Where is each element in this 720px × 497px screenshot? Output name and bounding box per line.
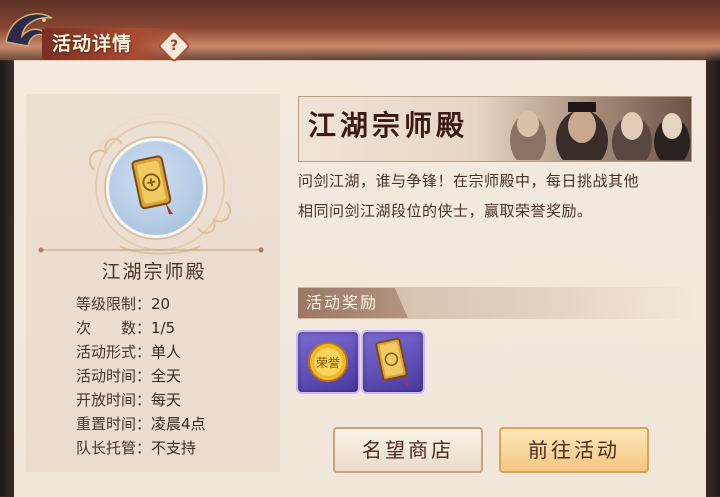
info-value: 凌晨4点 [151, 415, 206, 433]
reputation-shop-button[interactable]: 名望商店 [333, 427, 483, 473]
info-label: 等级限制： [76, 295, 152, 313]
banner-title: 江湖宗师殿 [308, 109, 469, 142]
heroes-artwork [510, 102, 690, 160]
info-row-mode: 活动形式：单人 [76, 340, 276, 364]
info-label: 次 数： [76, 319, 152, 337]
background-right-edge [706, 0, 720, 496]
description-line: 问剑江湖，谁与争锋！在宗师殿中，每日挑战其他 [298, 172, 640, 190]
section-divider [38, 247, 264, 253]
reward-item-honor-coin[interactable]: 荣誉 [296, 330, 360, 394]
activity-name: 江湖宗师殿 [101, 261, 207, 283]
info-row-reset: 重置时间：凌晨4点 [76, 412, 276, 436]
coin-text: 荣誉 [316, 356, 340, 370]
background-left-edge [0, 60, 14, 496]
gold-token-icon [375, 337, 409, 386]
info-value: 20 [151, 295, 171, 313]
info-value: 1/5 [151, 319, 176, 337]
gold-token-icon [131, 155, 173, 214]
info-row-level: 等级限制：20 [76, 292, 276, 316]
info-label: 活动形式： [76, 343, 152, 361]
info-label: 开放时间： [76, 391, 152, 409]
description-line: 相同问剑江湖段位的侠士，赢取荣誉奖励。 [298, 202, 593, 220]
info-label: 活动时间： [76, 367, 152, 385]
info-value: 全天 [151, 367, 182, 385]
info-row-open: 开放时间：每天 [76, 388, 276, 412]
info-value: 不支持 [151, 439, 197, 457]
activity-description: 问剑江湖，谁与争锋！在宗师殿中，每日挑战其他 相同问剑江湖段位的侠士，赢取荣誉奖… [298, 166, 690, 226]
help-symbol: ? [169, 38, 179, 54]
info-value: 每天 [151, 391, 182, 409]
info-label: 队长托管： [76, 439, 152, 457]
info-value: 单人 [151, 343, 182, 361]
reward-item-token[interactable] [361, 330, 425, 394]
activity-info-list: 等级限制：20 次 数：1/5 活动形式：单人 活动时间：全天 开放时间：每天 … [76, 292, 276, 460]
info-row-count: 次 数：1/5 [76, 316, 276, 340]
reward-title: 活动奖励 [306, 293, 379, 312]
info-row-auto: 队长托管：不支持 [76, 436, 276, 460]
window-title: 活动详情 [52, 33, 133, 55]
honor-coin-icon: 荣誉 [308, 342, 348, 382]
go-to-activity-button[interactable]: 前往活动 [499, 427, 649, 473]
info-row-time: 活动时间：全天 [76, 364, 276, 388]
info-label: 重置时间： [76, 415, 152, 433]
